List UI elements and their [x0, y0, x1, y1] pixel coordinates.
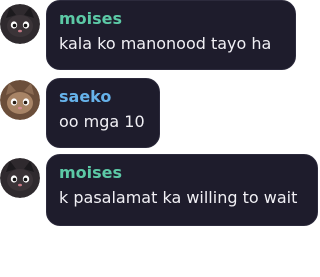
message-text: kala ko manonood tayo ha — [59, 34, 272, 53]
dark-cat-avatar-icon[interactable] — [0, 4, 40, 44]
author-name[interactable]: moises — [59, 9, 283, 29]
message-bubble: moises kala ko manonood tayo ha — [46, 0, 296, 70]
message-bubble: saeko oo mga 10 — [46, 78, 160, 148]
chat-log: moises kala ko manonood tayo ha saeko oo… — [0, 0, 320, 277]
brown-cat-avatar-icon[interactable] — [0, 80, 40, 120]
message-text: oo mga 10 — [59, 112, 145, 131]
dark-cat-avatar-icon[interactable] — [0, 158, 40, 198]
author-name[interactable]: moises — [59, 163, 305, 183]
message-text: k pasalamat ka willing to wait — [59, 188, 298, 207]
author-name[interactable]: saeko — [59, 87, 147, 107]
message-bubble: moises k pasalamat ka willing to wait — [46, 154, 318, 226]
